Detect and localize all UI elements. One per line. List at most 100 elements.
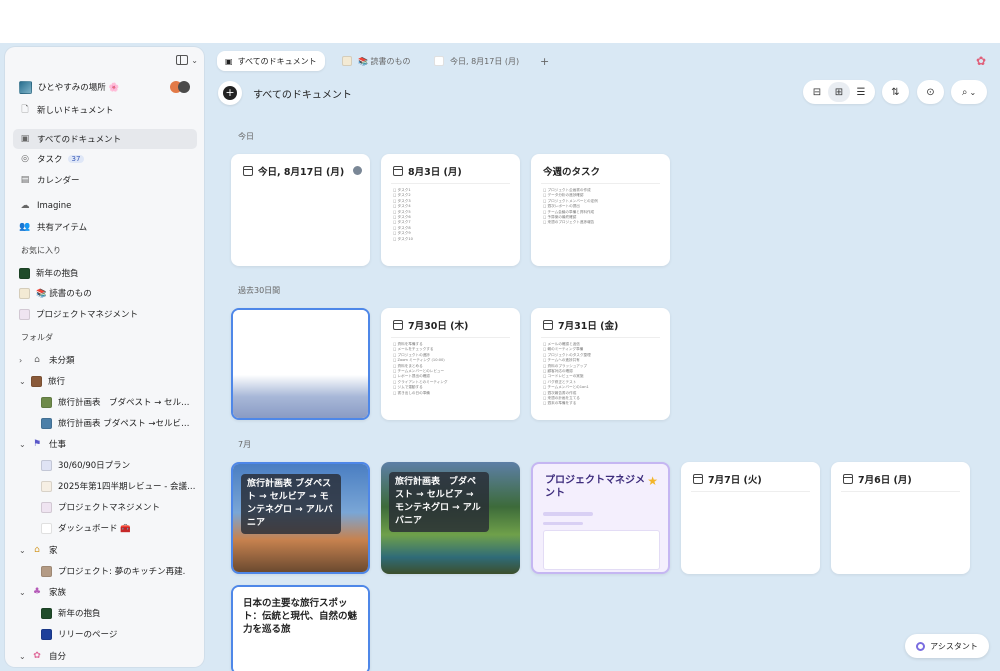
folder-doc-item[interactable]: ダッシュボード 🧰 xyxy=(35,518,197,538)
folder-family[interactable]: ⌄ ♣ 家族 xyxy=(13,582,197,602)
documents-icon: ▣ xyxy=(20,134,30,144)
document-card[interactable]: プロジェクトマネジメント ★ xyxy=(531,462,670,574)
workspace-icon xyxy=(19,80,32,94)
check-circle-icon: ◎ xyxy=(21,154,29,164)
page-thumbnail xyxy=(41,459,52,471)
sort-icon: ⇅ xyxy=(891,86,900,98)
folder-uncategorized[interactable]: › ⌂ 未分類 xyxy=(13,350,197,370)
tab-all-documents[interactable]: ▣ すべてのドキュメント xyxy=(217,51,325,71)
flower-icon[interactable]: ✿ xyxy=(976,54,986,68)
folder-travel[interactable]: ⌄ 旅行 xyxy=(13,371,197,391)
card-title: 7月31日 (金) xyxy=(543,318,618,332)
preview-bar xyxy=(543,522,583,525)
folder-doc-item[interactable]: リリーのページ xyxy=(35,624,197,644)
favorite-item[interactable]: 📚 読書のもの xyxy=(13,283,197,303)
page-title: すべてのドキュメント xyxy=(253,90,352,101)
favorite-item[interactable]: プロジェクトマネジメント xyxy=(13,304,197,324)
folder-doc-item[interactable]: 2025年第1四半期レビュー - 会議… xyxy=(35,476,197,496)
card-title: 旅行計画表 ブダペスト → セルビア → モンテネグロ → アルバニア xyxy=(241,474,341,534)
document-card[interactable]: 今日, 8月17日 (月) xyxy=(231,154,370,266)
card-title: 8月3日 (月) xyxy=(393,164,462,178)
new-document-label: 新しいドキュメント xyxy=(37,106,114,116)
view-switcher: ⊟ ⊞ ☰ xyxy=(803,80,875,104)
folder-home[interactable]: ⌄ ⌂ 家 xyxy=(13,540,197,560)
avatar-group[interactable] xyxy=(170,81,192,94)
folder-doc-item[interactable]: 30/60/90日プラン xyxy=(35,455,197,475)
documents-icon: ▣ xyxy=(225,56,233,66)
document-card[interactable]: 8月3日 (月) □ タスク1 □ タスク2 □ タスク3 □ タスク4 □ タスク5 □… xyxy=(381,154,520,266)
divider xyxy=(391,183,510,184)
preview-line: □ 週末の準備をする xyxy=(543,401,577,406)
folder-self[interactable]: ⌄ ✿ 自分 xyxy=(13,646,197,666)
folder-doc-item[interactable]: 旅行計画表 ブダペスト → セルビア… xyxy=(35,392,197,412)
folder-doc-label: プロジェクト: 夢のキッチン再建. xyxy=(58,567,186,577)
folder-label: 旅行 xyxy=(48,377,66,387)
sidebar-item-calendar[interactable]: ▤ カレンダー xyxy=(13,170,197,190)
tab-today[interactable]: 今日, 8月17日 (月) xyxy=(426,51,527,71)
page-thumbnail xyxy=(41,480,52,492)
tab-label: 📚 読書のもの xyxy=(358,56,411,66)
chevron-down-icon: ⌄ xyxy=(969,87,977,97)
sidebar-item-imagine[interactable]: ☁ Imagine xyxy=(13,196,197,216)
sort-button[interactable]: ⇅ xyxy=(882,80,909,104)
sidebar-item-label: カレンダー xyxy=(37,176,80,186)
document-card[interactable]: 旅行計画表 ブダペスト → セルビア → モンテネグロ → アルバニア xyxy=(381,462,520,574)
folder-doc-item[interactable]: プロジェクトマネジメント xyxy=(35,497,197,517)
inbox-icon: ⌂ xyxy=(34,355,40,365)
sidebar-item-tasks[interactable]: ◎ タスク 37 xyxy=(13,149,197,169)
document-card[interactable]: 7月30日 (木) □ 資料を準備する □ メールをチェックする □ プロジェクトの… xyxy=(381,308,520,420)
folder-doc-label: 30/60/90日プラン xyxy=(58,461,131,471)
list-view-icon[interactable]: ☰ xyxy=(850,82,872,102)
page-thumbnail xyxy=(41,607,52,619)
calendar-icon xyxy=(393,166,403,176)
folder-work[interactable]: ⌄ ⚑ 仕事 xyxy=(13,434,197,454)
document-card[interactable]: 旅行計画表 ブダペスト → セルビア → モンテネグロ → アルバニア xyxy=(231,462,370,574)
favorite-item[interactable]: 新年の抱負 xyxy=(13,263,197,283)
sidebar-item-shared[interactable]: 👥 共有アイテム xyxy=(13,217,197,237)
tab-reading[interactable]: 📚 読書のもの xyxy=(334,51,419,71)
folder-doc-label: ダッシュボード 🧰 xyxy=(58,524,131,534)
assistant-label: アシスタント xyxy=(930,641,978,651)
folders-heading: フォルダ xyxy=(21,333,53,342)
card-title-text: 7月31日 (金) xyxy=(558,321,619,332)
chevron-right-icon: › xyxy=(19,355,23,365)
folder-doc-item[interactable]: プロジェクト: 夢のキッチン再建. xyxy=(35,561,197,581)
document-card[interactable]: 7月6日 (月) xyxy=(831,462,970,574)
board-view-icon[interactable]: ⊟ xyxy=(806,82,828,102)
favorites-heading: お気に入り xyxy=(21,246,61,255)
grid-view-icon[interactable]: ⊞ xyxy=(828,82,850,102)
document-card[interactable]: 7月31日 (金) □ メールの確認と返信 □ 朝のミーティング準備 □ プロジェク… xyxy=(531,308,670,420)
flower-icon: ✿ xyxy=(33,651,41,661)
calendar-icon xyxy=(693,474,703,484)
add-document-button[interactable]: + xyxy=(218,81,242,105)
preview-bar xyxy=(543,512,593,516)
divider xyxy=(541,183,660,184)
divider xyxy=(841,491,960,492)
sidebar-toggle-button[interactable]: ⌄ xyxy=(176,55,198,65)
more-options-button[interactable]: ⊙ xyxy=(917,80,944,104)
page-thumbnail xyxy=(41,396,52,408)
document-card[interactable]: 今週のタスク □ プロジェクト企画書の作成 □ データ分析の進捗確認 □ プロジェク… xyxy=(531,154,670,266)
assistant-button[interactable]: アシスタント xyxy=(905,634,989,658)
work-icon: ⚑ xyxy=(32,439,42,449)
calendar-icon xyxy=(843,474,853,484)
folder-doc-item[interactable]: 旅行計画表 ブダペスト →セルビア… xyxy=(35,413,197,433)
cloud-icon: ☁ xyxy=(20,201,30,211)
new-document-button[interactable]: 🗋 新しいドキュメント xyxy=(13,100,197,120)
group-heading-past30: 過去30日間 xyxy=(238,286,281,295)
star-icon: ★ xyxy=(647,474,658,488)
folder-doc-label: 2025年第1四半期レビュー - 会議… xyxy=(58,482,196,492)
sidebar-item-all-documents[interactable]: ▣ すべてのドキュメント xyxy=(13,129,197,149)
ellipsis-icon: ⊙ xyxy=(926,86,935,98)
new-tab-button[interactable]: + xyxy=(532,51,557,71)
folder-doc-item[interactable]: 新年の抱負 xyxy=(35,603,197,623)
search-button[interactable]: ⌕ ⌄ xyxy=(951,80,987,104)
sidebar-panel-icon xyxy=(176,55,189,65)
card-title-text: 7月30日 (木) xyxy=(408,321,469,332)
card-title-text: 7月6日 (月) xyxy=(858,475,912,486)
document-card[interactable]: 日本の主要な旅行スポット：伝統と現代、自然の魅力を巡る旅 xyxy=(231,585,370,671)
document-card[interactable]: 7月7日 (火) xyxy=(681,462,820,574)
document-card[interactable] xyxy=(231,308,370,420)
chevron-down-icon: ⌄ xyxy=(19,587,26,597)
folder-doc-label: プロジェクトマネジメント xyxy=(58,503,161,513)
